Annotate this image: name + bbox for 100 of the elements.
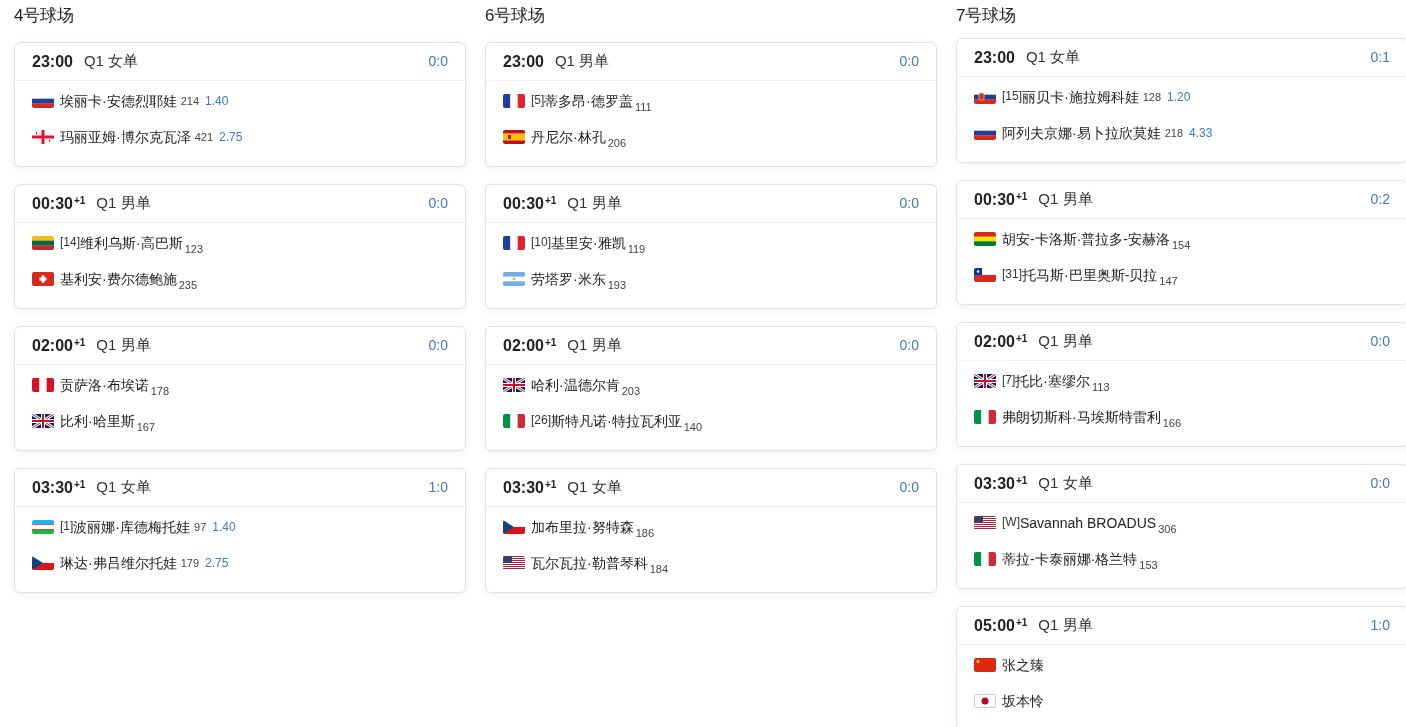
flag-icon	[974, 90, 996, 104]
player-name[interactable]: 玛丽亚姆·博尔克瓦泽	[60, 130, 191, 144]
match-time: 00:30$^{+1}$	[974, 189, 1028, 210]
match-card[interactable]: 23:00 Q1 女单 0:1 [15]丽贝卡·施拉姆科娃 128 1.20 阿列夫京娜·易卜拉欣莫娃 218 4.33	[956, 38, 1406, 163]
flag-icon	[503, 414, 525, 428]
player-name[interactable]: 比利·哈里斯	[60, 414, 135, 428]
match-time: 02:00$^{+1}$	[974, 331, 1028, 352]
player-name[interactable]: 丽贝卡·施拉姆科娃	[1022, 90, 1139, 104]
match-time: 03:30$^{+1}$	[503, 477, 557, 498]
player-rank: 203	[621, 386, 641, 397]
odds-value[interactable]: 1.40	[205, 95, 229, 107]
flag-icon	[32, 130, 54, 144]
match-round: Q1 男单	[1038, 331, 1093, 352]
odds-value[interactable]: 1.40	[212, 521, 236, 533]
flag-icon	[32, 414, 54, 428]
match-card[interactable]: 05:00$^{+1}$ Q1 男单 1:0 张之臻 坂本怜	[956, 606, 1406, 727]
match-score: 0:1	[1370, 48, 1390, 67]
flag-icon	[503, 556, 525, 570]
match-round: Q1 男单	[96, 335, 151, 356]
flag-icon	[974, 374, 996, 388]
flag-icon	[32, 556, 54, 570]
player-rank: 111	[635, 102, 652, 113]
player-rank: 218	[1164, 128, 1184, 139]
match-time: 03:30$^{+1}$	[974, 473, 1028, 494]
player-name[interactable]: 坂本怜	[1002, 694, 1044, 708]
player-name[interactable]: 蒂多昂·德罗盖	[544, 94, 633, 108]
flag-icon	[974, 268, 996, 282]
player-name[interactable]: 劳塔罗·米东	[531, 272, 606, 286]
player-rank: 193	[607, 280, 627, 291]
player-rank: 119	[627, 244, 646, 255]
match-score: 0:0	[428, 194, 448, 213]
player-name[interactable]: 瓦尔瓦拉·勒普琴科	[531, 556, 648, 570]
flag-icon	[974, 516, 996, 530]
flag-icon	[974, 552, 996, 566]
player-name[interactable]: Savannah BROADUS	[1020, 516, 1157, 530]
player-name[interactable]: 加布里拉·努特森	[531, 520, 634, 534]
flag-icon	[503, 520, 525, 534]
match-time: 23:00	[974, 47, 1015, 68]
match-round: Q1 女单	[96, 477, 151, 498]
match-score: 0:0	[899, 336, 919, 355]
match-round: Q1 女单	[1025, 47, 1081, 68]
match-round: Q1 男单	[567, 335, 622, 356]
match-time: 03:30$^{+1}$	[32, 477, 86, 498]
player-name[interactable]: 胡安-卡洛斯·普拉多-安赫洛	[1002, 232, 1170, 246]
match-card[interactable]: 03:30$^{+1}$ Q1 女单 1:0 [1]波丽娜·库德梅托娃 97 1.40 琳达·弗吕维尔托娃 179 2.75	[14, 468, 466, 593]
match-round: Q1 男单	[96, 193, 151, 214]
flag-icon	[32, 272, 54, 286]
match-round: Q1 男单	[567, 193, 622, 214]
match-round: Q1 女单	[567, 477, 622, 498]
match-score: 0:0	[899, 52, 919, 71]
player-name[interactable]: 基里安·雅凯	[551, 236, 626, 250]
player-name[interactable]: 哈利·温德尔肯	[531, 378, 620, 392]
match-time: 23:00	[32, 51, 73, 72]
player-rank: 147	[1159, 276, 1178, 287]
match-score: 0:0	[899, 194, 919, 213]
flag-icon	[503, 130, 525, 144]
player-name[interactable]: 斯特凡诺·特拉瓦利亚	[551, 414, 682, 428]
match-time: 23:00	[503, 51, 544, 72]
player-rank: 206	[607, 138, 627, 149]
match-round: Q1 女单	[83, 51, 139, 72]
match-card[interactable]: 23:00 Q1 女单 0:0 埃丽卡·安德烈耶娃 214 1.40 玛丽亚姆·博尔克瓦泽 421 2.75	[14, 42, 466, 167]
match-score: 0:0	[899, 478, 919, 497]
court-title: 7号球场	[956, 5, 1018, 27]
odds-value[interactable]: 2.75	[219, 131, 243, 143]
match-time: 05:00$^{+1}$	[974, 615, 1028, 636]
odds-value[interactable]: 4.33	[1189, 127, 1213, 139]
match-score: 0:0	[428, 336, 448, 355]
seed-label: [15]	[1002, 90, 1022, 102]
match-score: 0:0	[1370, 332, 1390, 351]
player-name[interactable]: 波丽娜·库德梅托娃	[73, 520, 190, 534]
player-name[interactable]: 张之臻	[1002, 658, 1044, 672]
player-name[interactable]: 琳达·弗吕维尔托娃	[60, 556, 177, 570]
match-score: 0:0	[1370, 474, 1390, 493]
odds-value[interactable]: 1.20	[1167, 91, 1191, 103]
player-name[interactable]: 基利安·费尔德鲍施	[60, 272, 177, 286]
player-name[interactable]: 丹尼尔·林孔	[531, 130, 606, 144]
flag-icon	[503, 378, 525, 392]
player-rank: 140	[683, 422, 703, 433]
match-score: 1:0	[428, 478, 448, 497]
player-name[interactable]: 维利乌斯·高巴斯	[80, 236, 183, 250]
match-score: 0:0	[428, 52, 448, 71]
flag-icon	[974, 694, 996, 708]
player-name[interactable]: 埃丽卡·安德烈耶娃	[60, 94, 177, 108]
player-name[interactable]: 蒂拉-卡泰丽娜·格兰特	[1002, 552, 1138, 566]
seed-label: [W]	[1002, 516, 1020, 528]
player-name[interactable]: 托马斯·巴里奥斯-贝拉	[1022, 268, 1158, 282]
match-score: 1:0	[1370, 616, 1390, 635]
flag-icon	[503, 236, 525, 250]
player-name[interactable]: 贡萨洛·布埃诺	[60, 378, 149, 392]
player-name[interactable]: 托比·塞缪尔	[1015, 374, 1090, 388]
seed-label: [31]	[1002, 268, 1022, 280]
player-rank: 306	[1158, 524, 1177, 535]
player-rank: 214	[180, 96, 200, 107]
player-name[interactable]: 弗朗切斯科·马埃斯特雷利	[1002, 410, 1161, 424]
flag-icon	[974, 658, 996, 672]
player-rank: 167	[136, 422, 156, 433]
player-name[interactable]: 阿列夫京娜·易卜拉欣莫娃	[1002, 126, 1161, 140]
match-time: 00:30$^{+1}$	[503, 193, 557, 214]
odds-value[interactable]: 2.75	[205, 557, 229, 569]
player-rank: 128	[1142, 92, 1162, 103]
